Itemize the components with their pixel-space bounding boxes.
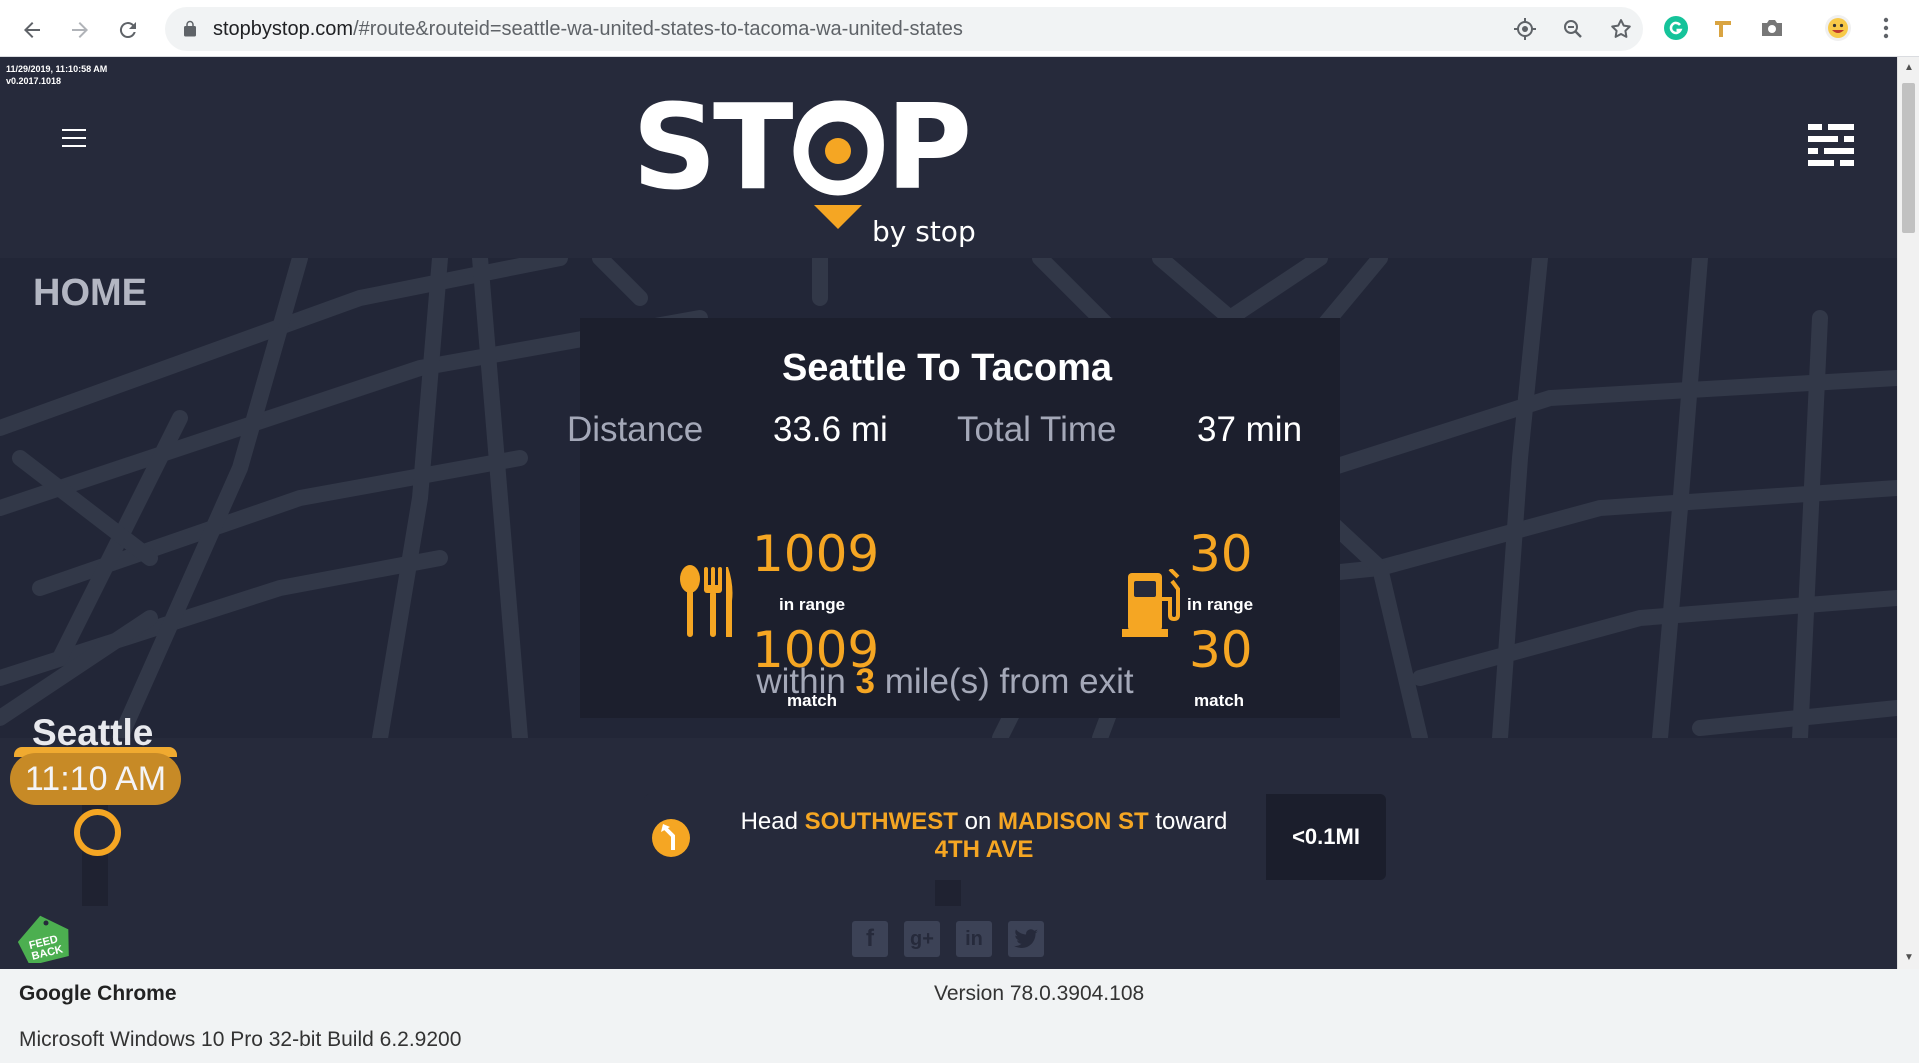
back-button[interactable] [12,10,52,50]
twitter-icon[interactable] [1008,921,1044,957]
stamp-version: v0.2017.1018 [6,76,62,86]
lock-icon [184,20,196,37]
browser-toolbar: stopbystop.com/#route&routeid=seattle-wa… [0,0,1919,57]
url-text: stopbystop.com/#route&routeid=seattle-wa… [213,18,963,40]
direction-instruction: Head SOUTHWEST on MADISON ST toward 4TH … [740,808,1228,863]
reload-icon [119,22,136,39]
scroll-up-icon[interactable]: ▲ [1902,61,1916,75]
scroll-down-icon[interactable]: ▼ [1902,951,1916,965]
feedback-label: FEED BACK [0,57,1,58]
bookmark-star-icon[interactable] [1609,17,1633,41]
camera-extension-icon[interactable] [1758,14,1786,42]
arrow-right-icon [72,22,88,38]
pickaxe-extension-icon[interactable] [1710,14,1738,42]
linkedin-icon[interactable]: in [956,921,992,957]
route-title: Seattle To Tacoma [781,347,1113,389]
within-miles-value[interactable]: 3 [856,662,875,701]
direction-step[interactable]: Head SOUTHWEST on MADISON ST toward 4TH … [644,794,1386,880]
food-in-range-count: 1009 [752,525,880,583]
food-in-range-label: in range [779,595,846,614]
google-plus-icon[interactable]: g+ [904,921,940,957]
total-time-label: Total Time [957,410,1117,449]
distance-label: Distance [567,410,704,449]
within-prefix: within [756,662,846,701]
total-time-value: 37 min [1197,410,1303,449]
build-stamp: 11/29/2019, 11:10:58 AM v0.2017.1018 [6,63,107,87]
footer-strip [0,906,1897,969]
restaurant-fork-knife-icon[interactable] [678,565,734,639]
location-target-icon[interactable] [1513,17,1537,41]
profile-avatar-icon[interactable] [1824,14,1852,42]
site-header: 11/29/2019, 11:10:58 AM v0.2017.1018 STO… [0,57,1897,258]
turn-direction-icon [652,819,690,857]
gas-station-icon[interactable] [1122,569,1180,639]
scroll-thumb[interactable] [1902,83,1915,233]
direction-distance: <0.1MI [1266,794,1386,880]
hamburger-menu-icon[interactable] [62,129,86,149]
facebook-icon[interactable]: f [852,921,888,957]
fuel-in-range-label: in range [1187,595,1254,614]
feedback-tag-icon[interactable]: FEED BACK [18,913,74,963]
fuel-in-range-count: 30 [1189,525,1253,583]
grammarly-extension-icon[interactable] [1662,14,1690,42]
stamp-datetime: 11/29/2019, 11:10:58 AM [6,64,108,74]
within-exit-text: within 3 mile(s) from exit [610,662,1280,702]
stop-by-stop-logo[interactable]: STOP by stop [632,87,982,248]
forward-button[interactable] [60,10,100,50]
home-link[interactable]: HOME [33,272,147,315]
logo-subtitle: by stop [872,215,976,248]
arrow-left-icon [24,22,40,38]
distance-value: 33.6 mi [773,410,888,449]
within-suffix: mile(s) from exit [884,662,1134,701]
filter-settings-icon[interactable] [1808,122,1854,166]
zoom-icon[interactable] [1561,17,1585,41]
os-info: Microsoft Windows 10 Pro 32-bit Build 6.… [19,1028,462,1051]
address-bar[interactable]: stopbystop.com/#route&routeid=seattle-wa… [165,7,1643,51]
browser-name: Google Chrome [19,982,177,1005]
departure-time-badge[interactable]: 11:10 AM [10,753,181,805]
browser-version: Version 78.0.3904.108 [934,982,1145,1005]
start-point-marker [74,809,121,856]
page-scrollbar[interactable]: ▲ ▼ [1897,57,1919,969]
page-viewport: 11/29/2019, 11:10:58 AM v0.2017.1018 STO… [0,57,1897,969]
reload-button[interactable] [108,10,148,50]
chrome-menu-icon[interactable] [1872,14,1900,42]
